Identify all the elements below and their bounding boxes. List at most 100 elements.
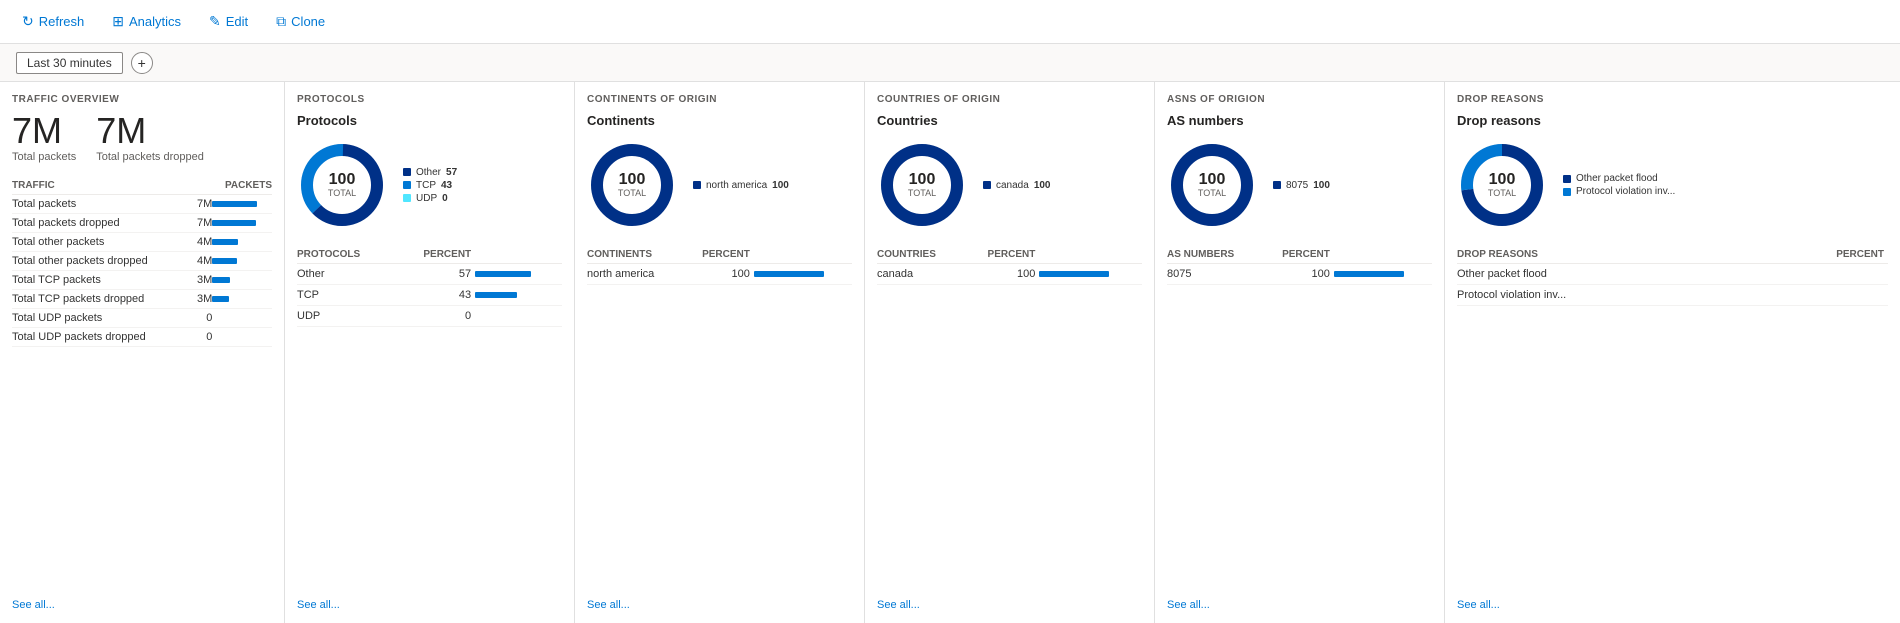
legend-item: Protocol violation inv... bbox=[1563, 186, 1675, 197]
traffic-table-row: Total UDP packets 0 bbox=[12, 309, 272, 328]
total-packets-stat: 7M Total packets bbox=[12, 113, 76, 163]
data-table-row: UDP 0 bbox=[297, 306, 562, 327]
traffic-overview-panel: TRAFFIC OVERVIEW 7M Total packets 7M Tot… bbox=[0, 82, 285, 623]
legend-label: Protocol violation inv... bbox=[1576, 186, 1675, 197]
edit-button[interactable]: ✎ Edit bbox=[203, 9, 254, 34]
time-range-button[interactable]: Last 30 minutes bbox=[16, 52, 123, 74]
protocols-donut: 100 TOTAL bbox=[297, 140, 387, 230]
traffic-numbers: 7M Total packets 7M Total packets droppe… bbox=[12, 113, 272, 163]
continents-table: CONTINENTS PERCENT north america 100 bbox=[587, 246, 852, 285]
data-row-label: 8075 bbox=[1167, 264, 1261, 285]
clone-button[interactable]: ⧉ Clone bbox=[270, 9, 331, 34]
protocols-see-all[interactable]: See all... bbox=[297, 591, 562, 611]
data-row-bar bbox=[1334, 264, 1432, 285]
legend-item: canada 100 bbox=[983, 180, 1051, 191]
legend-dot bbox=[403, 181, 411, 189]
traffic-row-value: 7M bbox=[192, 214, 212, 233]
legend-label: canada bbox=[996, 180, 1029, 191]
add-filter-button[interactable]: + bbox=[131, 52, 153, 74]
traffic-row-label: Total packets bbox=[12, 195, 192, 214]
traffic-row-label: Total TCP packets bbox=[12, 271, 192, 290]
asns-donut: 100 TOTAL bbox=[1167, 140, 1257, 230]
protocols-legend: Other 57 TCP 43 UDP 0 bbox=[403, 167, 457, 204]
protocols-donut-label: 100 TOTAL bbox=[328, 172, 356, 198]
data-table-row: canada 100 bbox=[877, 264, 1142, 285]
traffic-row-value: 0 bbox=[192, 309, 212, 328]
traffic-row-label: Total other packets dropped bbox=[12, 252, 192, 271]
protocols-total-label: TOTAL bbox=[328, 188, 356, 198]
data-row-label: Other packet flood bbox=[1457, 264, 1749, 285]
clone-icon: ⧉ bbox=[276, 13, 286, 30]
drop-reasons-donut-row: 100 TOTAL Other packet flood Protocol vi… bbox=[1457, 140, 1888, 230]
legend-value: 43 bbox=[441, 180, 452, 191]
continents-section-title: CONTINENTS OF ORIGIN bbox=[587, 94, 852, 105]
continents-donut-label: 100 TOTAL bbox=[618, 172, 646, 198]
protocols-col2: PERCENT bbox=[395, 246, 475, 264]
countries-see-all[interactable]: See all... bbox=[877, 591, 1142, 611]
edit-icon: ✎ bbox=[209, 13, 221, 30]
legend-label: north america bbox=[706, 180, 767, 191]
traffic-row-bar bbox=[212, 252, 272, 271]
traffic-table-row: Total UDP packets dropped 0 bbox=[12, 328, 272, 347]
legend-label: Other bbox=[416, 167, 441, 178]
data-table-row: Other packet flood bbox=[1457, 264, 1888, 285]
toolbar: ↻ Refresh ⊞ Analytics ✎ Edit ⧉ Clone bbox=[0, 0, 1900, 44]
legend-label: TCP bbox=[416, 180, 436, 191]
traffic-see-all[interactable]: See all... bbox=[12, 591, 272, 611]
legend-label: 8075 bbox=[1286, 180, 1308, 191]
legend-dot bbox=[1563, 175, 1571, 183]
countries-legend: canada 100 bbox=[983, 180, 1051, 191]
data-row-label: Other bbox=[297, 264, 395, 285]
legend-item: Other 57 bbox=[403, 167, 457, 178]
data-row-label: canada bbox=[877, 264, 963, 285]
asns-section-title: ASNS OF ORIGION bbox=[1167, 94, 1432, 105]
countries-chart-title: Countries bbox=[877, 113, 1142, 128]
legend-value: 100 bbox=[772, 180, 789, 191]
traffic-row-bar bbox=[212, 195, 272, 214]
continents-chart-title: Continents bbox=[587, 113, 852, 128]
legend-value: 57 bbox=[446, 167, 457, 178]
asns-legend: 8075 100 bbox=[1273, 180, 1330, 191]
continents-donut-row: 100 TOTAL north america 100 bbox=[587, 140, 852, 230]
traffic-row-bar bbox=[212, 309, 272, 328]
data-row-bar bbox=[475, 264, 562, 285]
asns-see-all[interactable]: See all... bbox=[1167, 591, 1432, 611]
continents-legend: north america 100 bbox=[693, 180, 789, 191]
legend-dot bbox=[403, 168, 411, 176]
data-table-row: TCP 43 bbox=[297, 285, 562, 306]
packets-col-header: PACKETS bbox=[192, 177, 272, 195]
data-row-label: UDP bbox=[297, 306, 395, 327]
total-packets-label: Total packets bbox=[12, 151, 76, 163]
refresh-button[interactable]: ↻ Refresh bbox=[16, 9, 90, 34]
protocols-donut-row: 100 TOTAL Other 57 TCP 43 UDP 0 bbox=[297, 140, 562, 230]
drop-reasons-see-all[interactable]: See all... bbox=[1457, 591, 1888, 611]
traffic-row-bar bbox=[212, 233, 272, 252]
traffic-table-row: Total other packets 4M bbox=[12, 233, 272, 252]
protocols-chart-title: Protocols bbox=[297, 113, 562, 128]
traffic-row-bar bbox=[212, 271, 272, 290]
data-row-value: 43 bbox=[395, 285, 475, 306]
traffic-row-label: Total other packets bbox=[12, 233, 192, 252]
traffic-table-row: Total TCP packets dropped 3M bbox=[12, 290, 272, 309]
legend-item: UDP 0 bbox=[403, 193, 457, 204]
asns-panel: ASNS OF ORIGION AS numbers 100 TOTAL 807… bbox=[1155, 82, 1445, 623]
data-row-value: 100 bbox=[681, 264, 754, 285]
asns-donut-label: 100 TOTAL bbox=[1198, 172, 1226, 198]
protocols-total: 100 bbox=[328, 172, 356, 188]
legend-dot bbox=[403, 194, 411, 202]
legend-value: 100 bbox=[1034, 180, 1051, 191]
countries-donut: 100 TOTAL bbox=[877, 140, 967, 230]
asns-donut-row: 100 TOTAL 8075 100 bbox=[1167, 140, 1432, 230]
total-packets-number: 7M bbox=[12, 113, 76, 149]
data-row-bar bbox=[1039, 264, 1142, 285]
continents-see-all[interactable]: See all... bbox=[587, 591, 852, 611]
data-table-row: Other 57 bbox=[297, 264, 562, 285]
drop-reasons-donut: 100 TOTAL bbox=[1457, 140, 1547, 230]
drop-reasons-legend: Other packet flood Protocol violation in… bbox=[1563, 173, 1675, 197]
analytics-button[interactable]: ⊞ Analytics bbox=[106, 9, 187, 34]
data-row-value bbox=[1749, 264, 1888, 285]
countries-donut-label: 100 TOTAL bbox=[908, 172, 936, 198]
main-content: TRAFFIC OVERVIEW 7M Total packets 7M Tot… bbox=[0, 82, 1900, 623]
legend-item: north america 100 bbox=[693, 180, 789, 191]
legend-item: 8075 100 bbox=[1273, 180, 1330, 191]
